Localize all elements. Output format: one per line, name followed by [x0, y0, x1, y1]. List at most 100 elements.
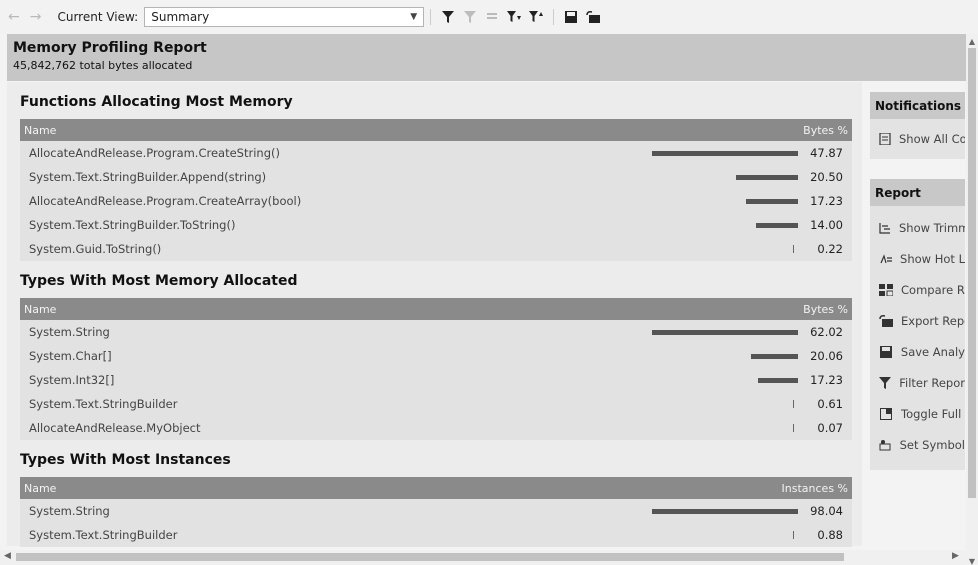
side-item-label: Show All Co: [899, 132, 965, 146]
scroll-down-icon[interactable]: ▼: [966, 556, 978, 565]
row-name: System.Text.StringBuilder: [29, 397, 178, 411]
row-bar: [736, 175, 798, 180]
table-row[interactable]: System.String 62.02: [20, 320, 852, 344]
table-row[interactable]: System.Text.StringBuilder 0.61: [20, 392, 852, 416]
row-name: System.String: [29, 325, 110, 339]
compare-reports-link[interactable]: Compare R: [870, 274, 965, 305]
current-view-label: Current View:: [57, 10, 139, 24]
table-row[interactable]: AllocateAndRelease.MyObject 0.07: [20, 416, 852, 440]
filter-report-link[interactable]: Filter Repor: [870, 367, 965, 398]
row-name: AllocateAndRelease.MyObject: [29, 421, 201, 435]
row-name: System.Text.StringBuilder: [29, 528, 178, 542]
row-value: 0.61: [817, 397, 843, 411]
scroll-right-icon[interactable]: ▶: [952, 551, 959, 561]
symbol-icon: [879, 438, 892, 452]
table-row[interactable]: System.Text.StringBuilder 0.88: [20, 523, 852, 547]
side-item-label: Compare R: [901, 282, 965, 297]
notifications-header: Notifications: [870, 92, 965, 119]
table-row[interactable]: System.Int32[] 17.23: [20, 368, 852, 392]
export-report-link[interactable]: Export Repo: [870, 305, 965, 336]
toggle-full-screen-link[interactable]: Toggle Full: [870, 398, 965, 429]
table-row[interactable]: System.Char[] 20.06: [20, 344, 852, 368]
section-title: Types With Most Instances: [20, 452, 231, 468]
notifications-panel: Notifications Show All Co: [870, 92, 965, 159]
side-item-label: Filter Repor: [899, 375, 965, 390]
show-hot-lines-link[interactable]: Show Hot L: [870, 243, 965, 274]
row-bar: [751, 354, 798, 359]
table-row[interactable]: System.Guid.ToString() 0.22: [20, 237, 852, 261]
side-item-label: Toggle Full: [901, 406, 962, 421]
clear-filter-icon[interactable]: [461, 8, 479, 26]
row-value: 62.02: [810, 325, 843, 339]
filter-icon[interactable]: [439, 8, 457, 26]
row-name: System.Text.StringBuilder.Append(string): [29, 170, 267, 184]
column-name[interactable]: Name: [24, 482, 56, 495]
table-header: Name Bytes %: [20, 298, 852, 320]
column-value[interactable]: Instances %: [782, 482, 848, 495]
export-icon: [879, 314, 893, 328]
row-name: System.Int32[]: [29, 373, 115, 387]
row-value: 20.50: [810, 170, 843, 184]
row-bar: [746, 199, 798, 204]
hot-path-icon: [879, 252, 892, 266]
notifications-icon: [879, 132, 891, 146]
report-header: Memory Profiling Report 45,842,762 total…: [7, 34, 967, 81]
side-item-label: Show Hot L: [900, 251, 965, 266]
table-row[interactable]: AllocateAndRelease.Program.CreateString(…: [20, 141, 852, 165]
vertical-scroll-thumb[interactable]: [968, 48, 976, 498]
back-arrow-icon[interactable]: ←: [8, 9, 20, 25]
save-analysis-link[interactable]: Save Analy: [870, 336, 965, 367]
list-icon[interactable]: [483, 8, 501, 26]
column-value[interactable]: Bytes %: [803, 124, 848, 137]
scroll-up-icon[interactable]: ▲: [966, 36, 978, 48]
row-name: System.Text.StringBuilder.ToString(): [29, 218, 236, 232]
side-item-label: Set Symbol: [899, 437, 965, 452]
table-header: Name Bytes %: [20, 119, 852, 141]
toolbar-separator: [553, 9, 555, 25]
export-icon[interactable]: [584, 8, 602, 26]
forward-arrow-icon[interactable]: →: [30, 9, 42, 25]
column-name[interactable]: Name: [24, 303, 56, 316]
set-symbol-path-link[interactable]: Set Symbol: [870, 429, 965, 460]
row-value: 17.23: [810, 194, 843, 208]
show-all-notifications-link[interactable]: Show All Co: [870, 119, 965, 159]
save-icon: [879, 345, 893, 359]
row-name: AllocateAndRelease.Program.CreateString(…: [29, 146, 280, 160]
save-icon[interactable]: [562, 8, 580, 26]
filter-icon: [879, 376, 892, 390]
row-bar: [652, 330, 798, 335]
table-row[interactable]: System.String 98.04: [20, 499, 852, 523]
current-view-value: Summary: [151, 10, 210, 24]
horizontal-scroll-thumb[interactable]: [16, 553, 844, 561]
row-value: 14.00: [810, 218, 843, 232]
side-item-label: Export Repo: [901, 313, 965, 328]
scroll-left-icon[interactable]: ◀: [4, 551, 11, 561]
table-row[interactable]: System.Text.StringBuilder.Append(string)…: [20, 165, 852, 189]
row-value: 47.87: [810, 146, 843, 160]
table-row[interactable]: System.Text.StringBuilder.ToString() 14.…: [20, 213, 852, 237]
row-name: System.Guid.ToString(): [29, 242, 162, 256]
filter-down-icon[interactable]: [505, 8, 523, 26]
table-row[interactable]: AllocateAndRelease.Program.CreateArray(b…: [20, 189, 852, 213]
side-item-label: Show Trimm: [899, 220, 965, 235]
column-name[interactable]: Name: [24, 124, 56, 137]
row-value: 20.06: [810, 349, 843, 363]
current-view-select[interactable]: Summary ▼: [144, 7, 425, 27]
row-bar: [793, 424, 794, 432]
report-main: Functions Allocating Most Memory Name By…: [7, 82, 862, 547]
chevron-down-icon: ▼: [410, 12, 418, 22]
vertical-scrollbar[interactable]: ▲ ▼: [966, 34, 978, 565]
horizontal-scrollbar[interactable]: ◀ ▶: [0, 550, 966, 565]
row-bar: [756, 223, 798, 228]
show-trimmed-link[interactable]: Show Trimm: [870, 212, 965, 243]
functions-table: Name Bytes % AllocateAndRelease.Program.…: [20, 119, 852, 261]
report-total-bytes: 45,842,762 total bytes allocated: [13, 59, 193, 72]
row-value: 17.23: [810, 373, 843, 387]
trim-icon: [879, 221, 891, 235]
column-value[interactable]: Bytes %: [803, 303, 848, 316]
types-memory-table: Name Bytes % System.String 62.02 System.…: [20, 298, 852, 440]
row-bar: [793, 245, 794, 253]
filter-up-icon[interactable]: [527, 8, 545, 26]
side-item-label: Save Analy: [900, 344, 965, 359]
row-name: System.String: [29, 504, 110, 518]
